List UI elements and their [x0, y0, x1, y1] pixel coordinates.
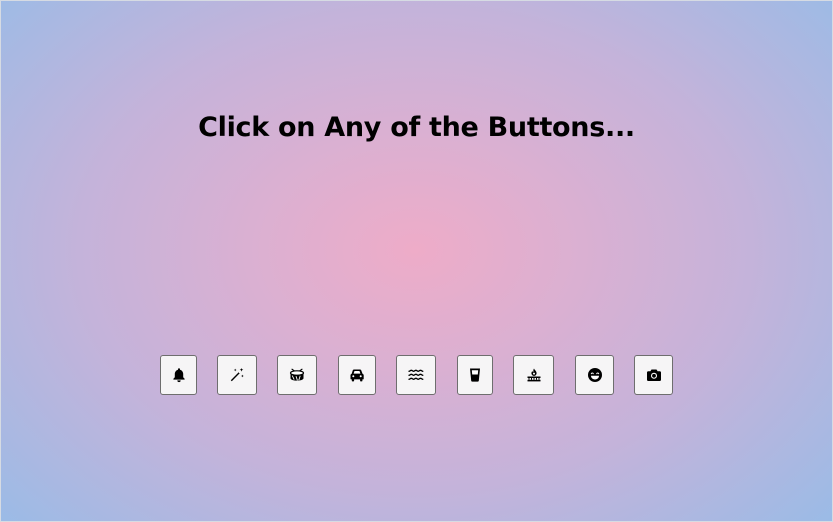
page-title: Click on Any of the Buttons...	[198, 112, 635, 143]
drum-button[interactable]	[277, 355, 317, 395]
car-button[interactable]	[338, 355, 376, 395]
camera-button[interactable]	[634, 355, 673, 395]
fire-burner-icon	[527, 368, 540, 382]
camera-icon	[646, 369, 661, 381]
fire-burner-button[interactable]	[513, 355, 554, 395]
car-icon	[350, 369, 364, 382]
water-button[interactable]	[396, 355, 436, 395]
magic-wand-icon	[230, 368, 244, 382]
page-frame	[0, 0, 833, 522]
water-waves-icon	[408, 369, 424, 380]
magic-wand-button[interactable]	[217, 355, 257, 395]
glass-icon	[470, 368, 480, 382]
bell-icon	[172, 368, 185, 383]
bell-button[interactable]	[160, 355, 197, 395]
laughing-face-button[interactable]	[575, 355, 614, 395]
drum-icon	[289, 368, 305, 381]
glass-button[interactable]	[457, 355, 493, 395]
laughing-face-icon	[587, 368, 602, 382]
